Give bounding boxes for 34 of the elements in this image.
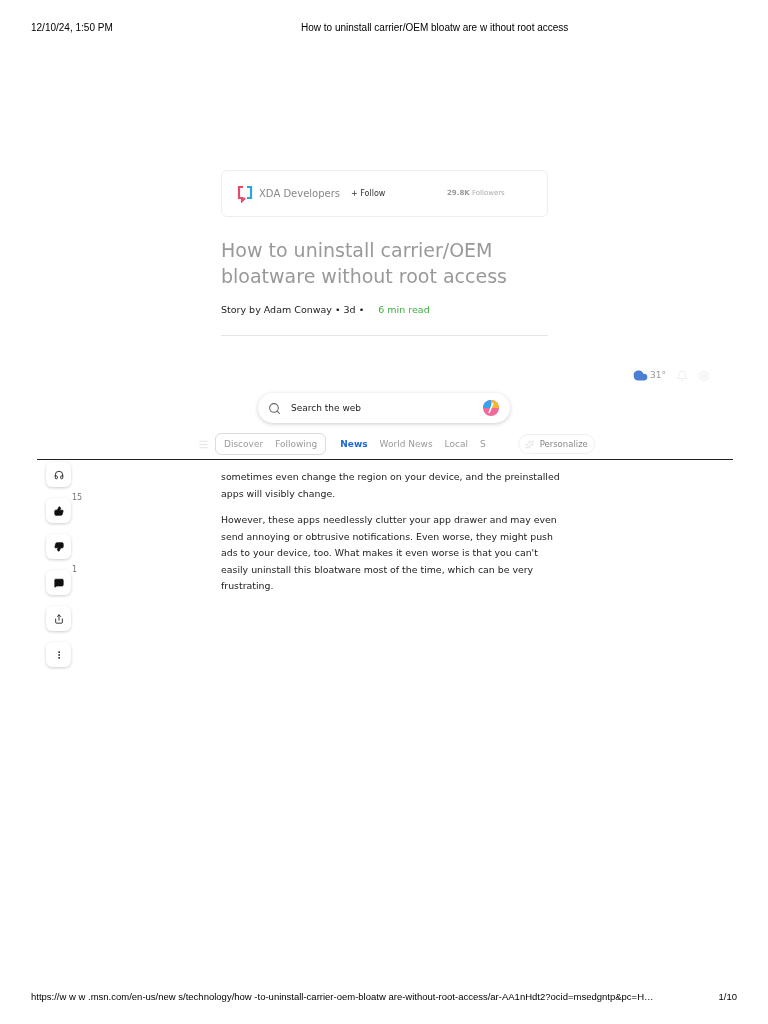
read-time: 6 min read (378, 303, 430, 317)
thumbs-down-icon (53, 541, 64, 552)
print-url: https://w w w .msn.com/en-us/new s/technology/how -to-uninstall-carrier-oem-bloatw are-without-root-access/ar-AA1nHdt2?ocid=msedgntp&pc=H… (31, 989, 655, 1004)
action-count: 15 (72, 492, 83, 505)
personalize-icon (524, 439, 534, 449)
thumbs-up-icon (53, 505, 64, 516)
feed-tab[interactable]: Following (269, 435, 324, 453)
article-paragraph: However, these apps needlessly clutter your app drawer and may even send annoying or obtrusive notifications. Even worse, they might push ads to your device, too. What makes it even worse is that you can't easily uninstall this bloatware most of the time, which can be very frustrating. (221, 513, 558, 594)
publisher-logo-icon (237, 184, 253, 203)
search-field[interactable]: Search the web (291, 401, 472, 415)
headphones-icon (53, 469, 64, 480)
action-count: 1 (72, 564, 78, 577)
share-icon (53, 613, 64, 624)
publisher-name: XDA Developers (259, 187, 342, 201)
search-icon (268, 401, 281, 415)
comment-icon (53, 577, 64, 588)
side-action-button[interactable] (46, 498, 71, 524)
feed-tab[interactable]: S (473, 435, 492, 453)
weather-cloud-icon (633, 368, 649, 384)
weather-temperature[interactable]: 31° (650, 369, 666, 383)
article-title: How to uninstall carrier/OEM bloatware without root access (221, 238, 508, 289)
copilot-logo-icon[interactable] (482, 399, 500, 418)
follow-button[interactable]: + Follow (351, 187, 441, 200)
article-paragraph: sometimes even change the region on your device, and the preinstalled apps will visibly change. (221, 470, 561, 501)
article-byline: Story by Adam Conway • 3d • (221, 303, 365, 317)
feed-tab[interactable]: World News (373, 435, 439, 453)
side-action-button[interactable] (46, 534, 71, 560)
side-action-button[interactable] (46, 570, 71, 596)
feed-tab[interactable]: Local (438, 435, 474, 453)
print-title: How to uninstall carrier/OEM bloatw are w ithout root access (301, 20, 569, 35)
print-date: 12/10/24, 1:50 PM (31, 20, 114, 35)
print-page-number: 1/10 (718, 989, 737, 1004)
feed-tab[interactable]: Discover (218, 435, 270, 453)
feed-tab[interactable]: News (334, 435, 374, 453)
